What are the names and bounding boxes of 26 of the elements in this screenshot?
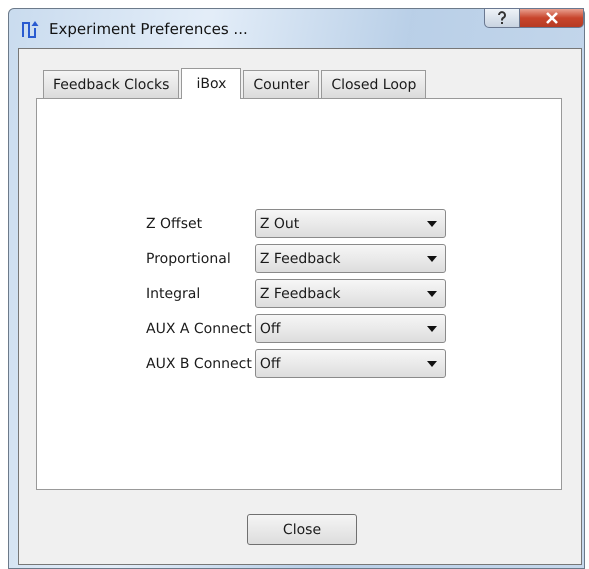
close-icon — [544, 12, 560, 24]
help-icon — [496, 11, 508, 25]
tab[interactable]: Closed Loop — [321, 70, 426, 98]
app-icon — [21, 18, 41, 38]
field-label: AUX A Connect — [146, 320, 252, 336]
field-label: Proportional — [146, 250, 232, 266]
tab[interactable]: Feedback Clocks — [43, 70, 180, 98]
dropdown[interactable]: Off — [254, 314, 446, 343]
caret-icon — [426, 326, 437, 332]
close-dialog-button[interactable]: Close — [247, 514, 357, 545]
help-button[interactable] — [484, 8, 520, 28]
window-title: Experiment Preferences ... — [49, 20, 248, 38]
caret-icon — [426, 256, 437, 262]
field-label: AUX B Connect — [146, 356, 252, 372]
caret-icon — [426, 360, 437, 366]
dropdown[interactable]: Z Out — [254, 209, 446, 238]
dropdown[interactable]: Z Feedback — [254, 244, 446, 273]
tab[interactable]: Counter — [243, 70, 320, 98]
dropdown[interactable]: Z Feedback — [254, 279, 446, 308]
caret-icon — [426, 220, 437, 226]
tab[interactable]: iBox — [181, 68, 242, 99]
caret-icon — [426, 290, 437, 296]
dropdown[interactable]: Off — [254, 349, 446, 378]
field-label: Z Offset — [146, 216, 204, 232]
field-label: Integral — [146, 286, 202, 302]
close-button[interactable] — [520, 8, 584, 28]
